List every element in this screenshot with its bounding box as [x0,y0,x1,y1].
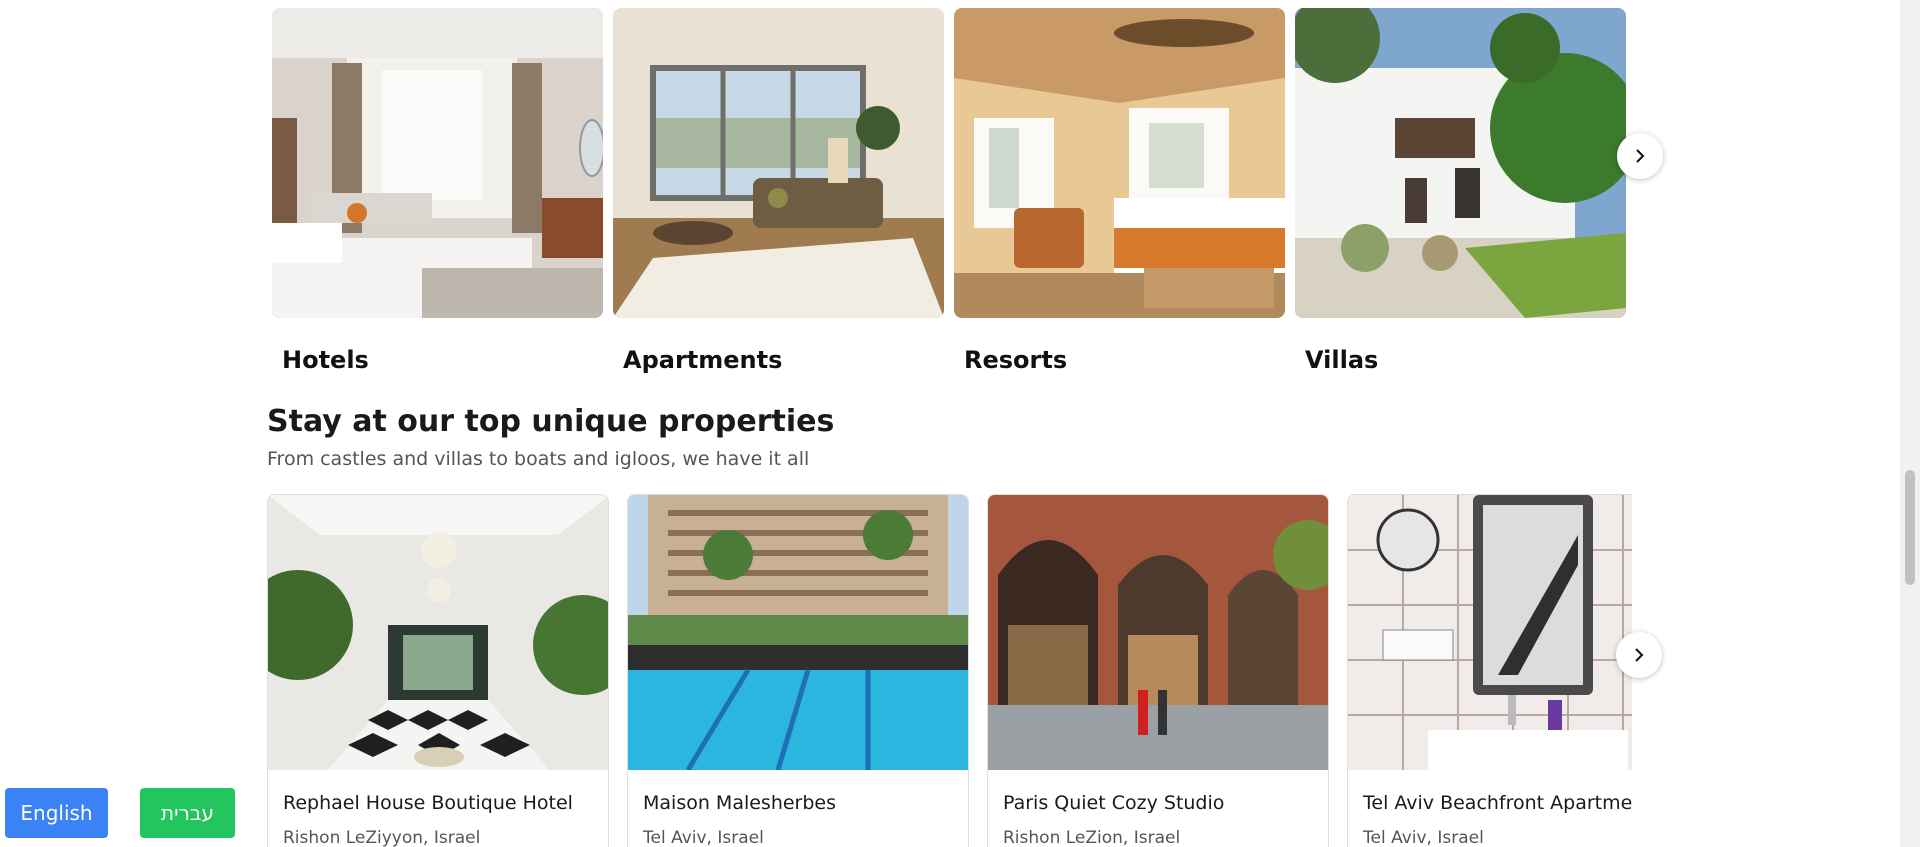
property-card[interactable]: Maison Malesherbes Tel Aviv, Israel [627,494,969,847]
property-card[interactable]: Tel Aviv Beachfront Apartment Tel Aviv, … [1347,494,1632,847]
page: Hotels Apartments Resorts Villas Stay at… [0,0,1900,847]
property-type-card-hotels[interactable]: Hotels [272,8,603,374]
property-location: Rishon LeZion, Israel [1003,828,1181,847]
property-location: Tel Aviv, Israel [1363,828,1484,847]
property-card[interactable]: Rephael House Boutique Hotel Rishon LeZi… [267,494,609,847]
property-type-label: Villas [1305,346,1379,374]
hotels-image [272,8,603,318]
property-name: Tel Aviv Beachfront Apartment [1363,792,1632,814]
unique-properties-carousel: Rephael House Boutique Hotel Rishon LeZi… [267,494,1632,847]
property-name: Rephael House Boutique Hotel [283,792,573,814]
property-location: Tel Aviv, Israel [643,828,764,847]
unique-properties-subtitle: From castles and villas to boats and igl… [267,448,810,470]
property-image [628,495,968,770]
property-type-card-apartments[interactable]: Apartments [613,8,944,374]
property-type-label: Resorts [964,346,1068,374]
property-type-card-villas[interactable]: Villas [1295,8,1626,374]
unique-properties-title: Stay at our top unique properties [267,404,835,439]
property-type-label: Apartments [623,346,783,374]
property-location: Rishon LeZiyyon, Israel [283,828,481,847]
property-image [1348,495,1632,770]
property-name: Maison Malesherbes [643,792,837,814]
types-carousel-next-button[interactable] [1617,133,1663,179]
property-image [988,495,1328,770]
english-language-button[interactable]: English [5,788,108,838]
villas-image [1295,8,1626,318]
property-type-card-resorts[interactable]: Resorts [954,8,1285,374]
hebrew-language-button[interactable]: עברית [140,788,235,838]
property-types-carousel: Hotels Apartments Resorts Villas [272,8,1663,378]
scrollbar-thumb[interactable] [1905,470,1915,585]
property-image [268,495,608,770]
chevron-right-icon [1635,648,1644,662]
vertical-scrollbar[interactable] [1900,0,1920,847]
property-type-label: Hotels [282,346,369,374]
resorts-image [954,8,1285,318]
chevron-right-icon [1636,149,1645,163]
property-card[interactable]: Paris Quiet Cozy Studio Rishon LeZion, I… [987,494,1329,847]
properties-carousel-next-button[interactable] [1616,632,1662,678]
apartments-image [613,8,944,318]
property-name: Paris Quiet Cozy Studio [1003,792,1225,814]
